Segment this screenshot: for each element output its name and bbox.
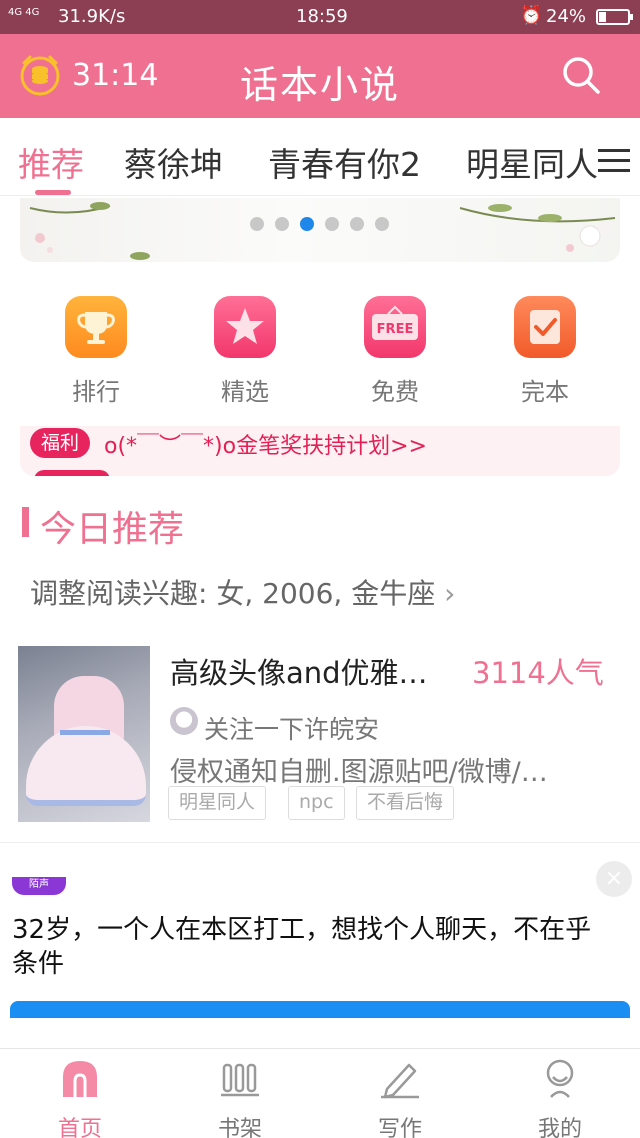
category-tabs: 推荐 蔡徐坤 青春有你2 明星同人 xyxy=(0,118,640,196)
completed-check-icon xyxy=(514,296,576,358)
completed-label: 完本 xyxy=(521,378,569,406)
chevron-right-icon: › xyxy=(444,577,456,610)
pen-icon xyxy=(381,1063,419,1099)
battery-icon xyxy=(596,9,633,25)
star-icon xyxy=(214,296,276,358)
welfare-badge: 福利 xyxy=(30,428,91,458)
ad-banner[interactable]: 陌声 × 32岁，一个人在本区打工，想找个人聊天，不在乎条件 xyxy=(0,842,640,1018)
signal-icon: 4G 4G xyxy=(8,7,40,18)
book-description: 侵权通知自删.图源贴吧/微博/… xyxy=(170,757,548,788)
nav-home[interactable]: 首页 xyxy=(0,1057,160,1138)
featured-entry[interactable]: 精选 xyxy=(185,296,305,407)
alarm-icon: ⏰ xyxy=(520,5,543,26)
free-entry[interactable]: FREE 免费 xyxy=(335,296,455,407)
carousel-dot[interactable] xyxy=(350,217,364,231)
nav-home-label: 首页 xyxy=(57,1117,102,1138)
reading-interest-link[interactable]: 调整阅读兴趣: 女, 2006, 金牛座 › xyxy=(30,572,455,612)
book-tag[interactable]: 明星同人 xyxy=(168,786,267,820)
status-bar: 4G 4G 31.9K/s 18:59 ⏰ 24% xyxy=(0,0,640,34)
tab-recommend[interactable]: 推荐 xyxy=(18,138,84,186)
completed-entry[interactable]: 完本 xyxy=(485,296,605,407)
carousel-dot[interactable] xyxy=(325,217,339,231)
free-label: 免费 xyxy=(371,378,419,406)
menu-icon[interactable] xyxy=(598,146,630,174)
carousel-dot[interactable] xyxy=(300,217,314,231)
carousel-dot[interactable] xyxy=(375,217,389,231)
nav-write-label: 写作 xyxy=(377,1117,422,1138)
quick-entries: 排行 精选 FREE 免费 完本 xyxy=(0,296,640,416)
reading-interest-text: 调整阅读兴趣: 女, 2006, 金牛座 xyxy=(30,577,436,610)
ranking-entry[interactable]: 排行 xyxy=(36,296,156,407)
nav-write[interactable]: 写作 xyxy=(320,1057,480,1138)
banner-carousel[interactable] xyxy=(20,198,620,262)
bookshelf-icon xyxy=(221,1063,259,1097)
ranking-label: 排行 xyxy=(72,378,120,406)
nav-bookshelf[interactable]: 书架 xyxy=(160,1057,320,1138)
flower-decoration-left xyxy=(29,202,150,260)
section-marker xyxy=(22,507,29,537)
tab-youth-with-you-2[interactable]: 青春有你2 xyxy=(268,138,421,186)
book-author: 关注一下许皖安 xyxy=(204,715,380,744)
ad-text: 32岁，一个人在本区打工，想找个人聊天，不在乎条件 xyxy=(12,915,592,979)
nav-profile-label: 我的 xyxy=(537,1117,582,1138)
section-title: 今日推荐 xyxy=(40,509,185,550)
book-title[interactable]: 高级头像and优雅… xyxy=(170,650,428,692)
carousel-dot[interactable] xyxy=(250,217,264,231)
app-title: 话本小说 xyxy=(239,63,400,107)
app-header: 31:14 话本小说 xyxy=(0,34,640,118)
book-popularity: 3114人气 xyxy=(472,656,604,690)
free-icon-text: FREE xyxy=(377,322,414,337)
battery-percent: 24% xyxy=(546,6,587,27)
clock: 18:59 xyxy=(296,6,348,27)
home-icon xyxy=(63,1061,97,1097)
carousel-dot[interactable] xyxy=(275,217,289,231)
cover-skirt xyxy=(26,726,146,806)
active-tab-indicator xyxy=(35,190,71,195)
close-icon[interactable]: × xyxy=(596,861,632,897)
search-icon[interactable] xyxy=(560,54,602,96)
ad-download-button[interactable] xyxy=(10,1001,630,1018)
book-tag[interactable]: 不看后悔 xyxy=(356,786,455,820)
tab-cai-xukun[interactable]: 蔡徐坤 xyxy=(124,138,223,186)
cover-belt xyxy=(60,730,110,735)
ad-logo: 陌声 xyxy=(12,877,66,895)
featured-label: 精选 xyxy=(221,378,269,406)
network-speed: 31.9K/s xyxy=(58,6,126,27)
book-cover[interactable] xyxy=(18,646,150,822)
trophy-icon xyxy=(65,296,127,358)
welfare-announcement[interactable]: 福利 o(*￣︶￣*)o金笔奖扶持计划>> xyxy=(20,426,620,476)
welfare-badge-next xyxy=(34,470,110,476)
carousel-indicator xyxy=(250,216,400,235)
bottom-navigation: 首页 书架 写作 我的 xyxy=(0,1048,640,1138)
nav-bookshelf-label: 书架 xyxy=(217,1117,262,1138)
welfare-link[interactable]: o(*￣︶￣*)o金笔奖扶持计划>> xyxy=(104,428,427,460)
flower-decoration-right xyxy=(459,204,616,252)
book-card[interactable]: 高级头像and优雅… 3114人气 关注一下许皖安 侵权通知自删.图源贴吧/微博… xyxy=(0,640,640,830)
nav-profile[interactable]: 我的 xyxy=(480,1057,640,1138)
profile-icon xyxy=(546,1059,574,1098)
tab-celebrity-fanfic[interactable]: 明星同人 xyxy=(466,138,598,186)
free-tag-icon: FREE xyxy=(364,296,426,358)
book-tag[interactable]: npc xyxy=(288,786,345,820)
author-avatar xyxy=(170,707,198,735)
